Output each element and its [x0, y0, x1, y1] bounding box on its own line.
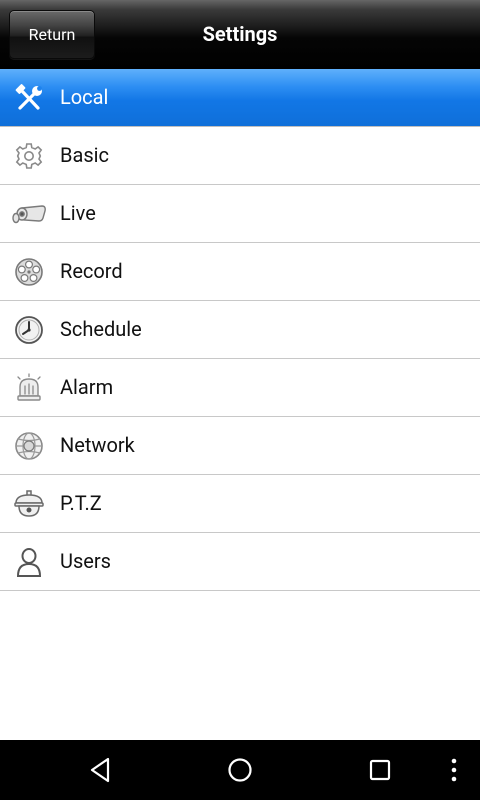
recents-icon: [369, 759, 391, 781]
tools-icon: [12, 82, 46, 114]
title-bar: Return Settings: [0, 0, 480, 69]
film-reel-icon: [12, 256, 46, 288]
overflow-menu-icon: [451, 758, 457, 782]
menu-item-label: Record: [60, 259, 123, 283]
camera-icon: [12, 198, 46, 230]
menu-item-label: Alarm: [60, 375, 114, 399]
return-button[interactable]: Return: [9, 10, 95, 59]
menu-item-label: Basic: [60, 143, 109, 167]
alarm-bell-icon: [12, 372, 46, 404]
dome-camera-icon: [12, 488, 46, 520]
user-icon: [12, 546, 46, 578]
menu-item-label: Local: [60, 85, 109, 109]
recents-button[interactable]: [356, 740, 404, 800]
menu-item-users[interactable]: Users: [0, 533, 480, 591]
menu-item-label: Schedule: [60, 317, 142, 341]
globe-icon: [12, 430, 46, 462]
settings-screen: Return Settings Local Basic Live Record …: [0, 0, 480, 800]
menu-item-alarm[interactable]: Alarm: [0, 359, 480, 417]
android-nav-bar: [0, 740, 480, 800]
settings-menu-list: Local Basic Live Record Schedule Alarm N…: [0, 69, 480, 591]
menu-item-label: Network: [60, 433, 135, 457]
menu-item-label: Live: [60, 201, 96, 225]
menu-item-ptz[interactable]: P.T.Z: [0, 475, 480, 533]
overflow-menu-button[interactable]: [436, 740, 472, 800]
gear-icon: [12, 140, 46, 172]
menu-item-basic[interactable]: Basic: [0, 127, 480, 185]
home-icon: [228, 758, 252, 782]
menu-item-label: Users: [60, 549, 111, 573]
back-icon: [90, 757, 110, 783]
menu-item-network[interactable]: Network: [0, 417, 480, 475]
home-button[interactable]: [216, 740, 264, 800]
menu-item-record[interactable]: Record: [0, 243, 480, 301]
menu-item-live[interactable]: Live: [0, 185, 480, 243]
clock-icon: [12, 314, 46, 346]
menu-item-local[interactable]: Local: [0, 69, 480, 127]
menu-item-schedule[interactable]: Schedule: [0, 301, 480, 359]
back-button[interactable]: [76, 740, 124, 800]
menu-item-label: P.T.Z: [60, 491, 102, 515]
